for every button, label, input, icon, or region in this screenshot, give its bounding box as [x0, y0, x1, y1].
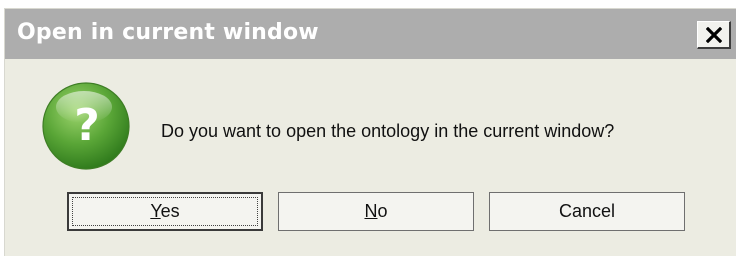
- title-bar[interactable]: Open in current window: [5, 9, 736, 59]
- cancel-button-label: Cancel: [558, 201, 616, 221]
- no-button-label: No: [364, 201, 388, 221]
- svg-text:?: ?: [74, 100, 100, 151]
- no-button[interactable]: No: [278, 192, 474, 231]
- close-icon: [705, 26, 722, 43]
- dialog-message: Do you want to open the ontology in the …: [161, 121, 615, 141]
- yes-button-label: Yes: [150, 201, 180, 221]
- cancel-button[interactable]: Cancel: [489, 192, 685, 231]
- question-icon: ?: [42, 82, 130, 170]
- dialog-window: Open in current window ? Do you want to …: [4, 8, 736, 256]
- close-button[interactable]: [697, 21, 731, 49]
- dialog-title: Open in current window: [17, 20, 319, 45]
- yes-button[interactable]: Yes: [67, 192, 263, 231]
